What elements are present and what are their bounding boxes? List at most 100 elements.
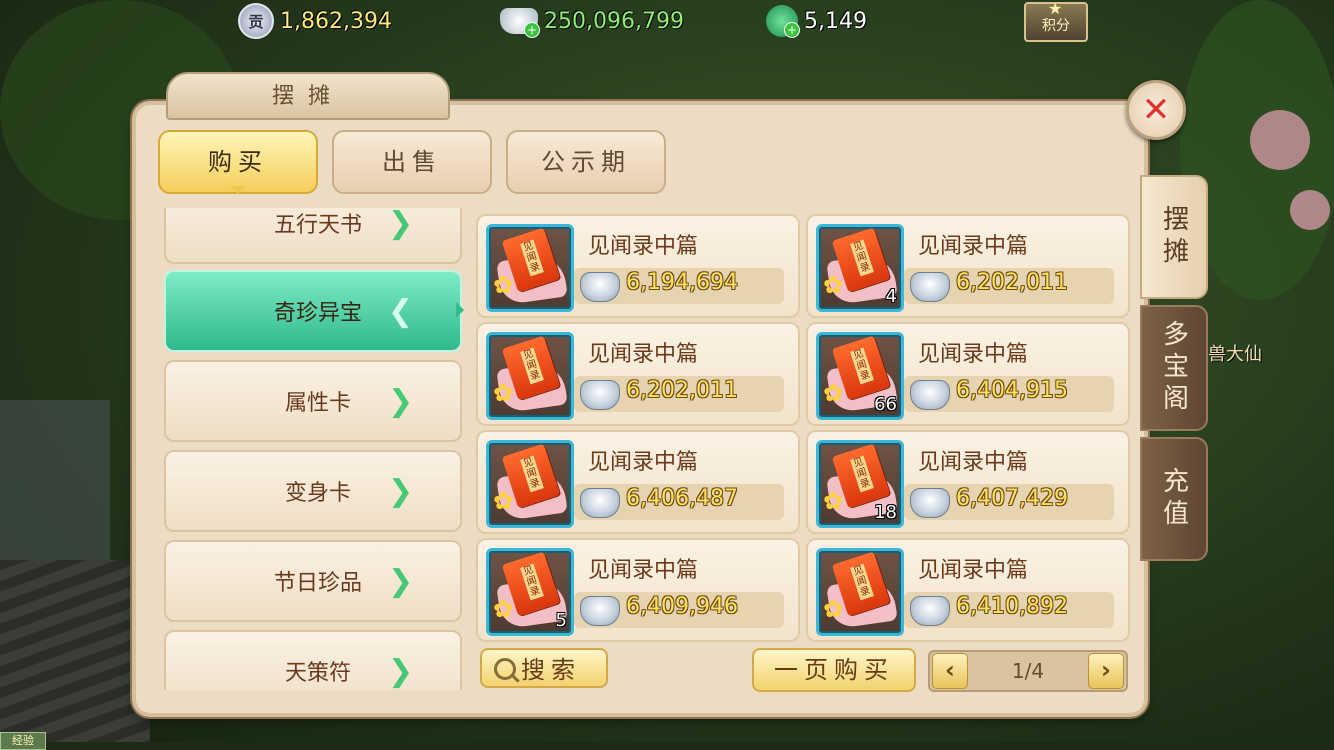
currency-bar: 贡 1,862,394 + 250,096,799 + 5,149 ★ 积分 (0, 0, 1334, 42)
item-icon: 见闻录 ✿ 66 (816, 332, 904, 420)
tab-sell[interactable]: 出售 (332, 130, 492, 194)
item-name: 见闻录中篇 (918, 558, 1029, 583)
item-card[interactable]: 见闻录 ✿ 见闻录中篇 6,194,694 (476, 214, 800, 318)
price-bar: 6,202,011 (574, 376, 784, 412)
price-bar: 6,404,915 (904, 376, 1114, 412)
category-label: 变身卡 (284, 481, 351, 506)
item-name: 见闻录中篇 (588, 342, 699, 367)
close-button[interactable]: ✕ (1126, 80, 1186, 140)
score-label: 积分 (1042, 18, 1070, 34)
item-price: 6,407,429 (956, 486, 1068, 511)
prev-page-button[interactable]: ‹ (932, 653, 968, 689)
item-name: 见闻录中篇 (588, 450, 699, 475)
item-card[interactable]: 见闻录 ✿ 见闻录中篇 6,410,892 (806, 538, 1130, 642)
item-icon: 见闻录 ✿ 4 (816, 224, 904, 312)
silver-ingot-icon (910, 488, 950, 518)
next-page-button[interactable]: › (1088, 653, 1124, 689)
item-quantity: 66 (874, 394, 897, 415)
item-icon: 见闻录 ✿ (486, 224, 574, 312)
price-bar: 6,406,487 (574, 484, 784, 520)
category-label: 五行天书 (273, 213, 362, 238)
background-blossom (1290, 190, 1330, 230)
category-label: 节日珍品 (273, 571, 362, 596)
silver-ingot-icon (580, 596, 620, 626)
chevron-right-icon: ❯ (388, 383, 414, 419)
search-button[interactable]: 搜索 (480, 648, 608, 688)
item-name: 见闻录中篇 (918, 342, 1029, 367)
background-roof (0, 560, 150, 750)
item-name: 见闻录中篇 (918, 450, 1029, 475)
item-icon: 见闻录 ✿ (486, 332, 574, 420)
category-item[interactable]: 节日珍品 ❯ (164, 540, 462, 622)
buy-page-button[interactable]: 一页购买 (752, 648, 916, 692)
item-card[interactable]: 见闻录 ✿ 4 见闻录中篇 6,202,011 (806, 214, 1130, 318)
side-tab-recharge[interactable]: 充值 (1140, 437, 1208, 561)
category-list[interactable]: 五行天书 ❯ 奇珍异宝 ❮ 属性卡 ❯ 变身卡 ❯ 节日珍品 ❯ 天策符 ❯ (160, 208, 464, 690)
tab-buy[interactable]: 购买 (158, 130, 318, 194)
search-label: 搜索 (521, 656, 581, 684)
close-icon: ✕ (1141, 90, 1171, 130)
contribution-value: 1,862,394 (280, 8, 392, 34)
silver-currency: + 250,096,799 (500, 4, 684, 38)
experience-label: 经验 (0, 732, 46, 750)
add-jade-button[interactable]: + (784, 22, 800, 38)
item-icon: 见闻录 ✿ 18 (816, 440, 904, 528)
contribution-currency: 贡 1,862,394 (238, 3, 392, 39)
jade-currency: + 5,149 (766, 4, 867, 38)
side-tab-treasure-pavilion[interactable]: 多宝阁 (1140, 305, 1208, 431)
category-label: 天策符 (284, 661, 351, 686)
category-item[interactable]: 变身卡 ❯ (164, 450, 462, 532)
category-item[interactable]: 属性卡 ❯ (164, 360, 462, 442)
silver-ingot-icon (580, 380, 620, 410)
item-card[interactable]: 见闻录 ✿ 66 见闻录中篇 6,404,915 (806, 322, 1130, 426)
tab-public-period[interactable]: 公示期 (506, 130, 666, 194)
category-label: 奇珍异宝 (273, 301, 362, 326)
page-indicator: 1/4 (1011, 659, 1045, 683)
search-icon (494, 658, 516, 680)
silver-ingot-icon (910, 380, 950, 410)
item-card[interactable]: 见闻录 ✿ 5 见闻录中篇 6,409,946 (476, 538, 800, 642)
contribution-icon: 贡 (238, 3, 274, 39)
price-bar: 6,202,011 (904, 268, 1114, 304)
item-icon: 见闻录 ✿ (816, 548, 904, 636)
silver-ingot-icon (910, 596, 950, 626)
item-name: 见闻录中篇 (588, 558, 699, 583)
category-item-active[interactable]: 奇珍异宝 ❮ (164, 270, 464, 352)
item-quantity: 18 (874, 502, 897, 523)
item-price: 6,409,946 (626, 594, 738, 619)
silver-ingot-icon (910, 272, 950, 302)
silver-value: 250,096,799 (544, 8, 684, 34)
item-name: 见闻录中篇 (918, 234, 1029, 259)
star-icon: ★ (1048, 0, 1063, 18)
chevron-right-icon: ❯ (388, 563, 414, 599)
price-bar: 6,409,946 (574, 592, 784, 628)
item-price: 6,404,915 (956, 378, 1068, 403)
score-button[interactable]: ★ 积分 (1024, 0, 1088, 42)
item-price: 6,202,011 (626, 378, 738, 403)
price-bar: 6,194,694 (574, 268, 784, 304)
chevron-right-icon: ❯ (388, 653, 414, 689)
chevron-right-icon: ❯ (388, 208, 414, 241)
price-bar: 6,410,892 (904, 592, 1114, 628)
add-silver-button[interactable]: + (524, 22, 540, 38)
jade-value: 5,149 (804, 8, 867, 34)
experience-bar (0, 742, 1334, 750)
item-price: 6,194,694 (626, 270, 738, 295)
category-item[interactable]: 天策符 ❯ (164, 630, 462, 690)
silver-ingot-icon (580, 272, 620, 302)
npc-name-label: 兽大仙 (1208, 344, 1262, 365)
item-name: 见闻录中篇 (588, 234, 699, 259)
side-tab-stall[interactable]: 摆摊 (1140, 175, 1208, 299)
item-price: 6,202,011 (956, 270, 1068, 295)
item-card[interactable]: 见闻录 ✿ 见闻录中篇 6,202,011 (476, 322, 800, 426)
category-item[interactable]: 五行天书 ❯ (164, 208, 462, 264)
price-bar: 6,407,429 (904, 484, 1114, 520)
panel-title: 摆摊 (166, 72, 450, 120)
chevron-right-icon: ❯ (388, 473, 414, 509)
item-quantity: 4 (885, 286, 897, 307)
item-card[interactable]: 见闻录 ✿ 18 见闻录中篇 6,407,429 (806, 430, 1130, 534)
silver-ingot-icon (580, 488, 620, 518)
item-card[interactable]: 见闻录 ✿ 见闻录中篇 6,406,487 (476, 430, 800, 534)
item-icon: 见闻录 ✿ (486, 440, 574, 528)
item-price: 6,406,487 (626, 486, 738, 511)
